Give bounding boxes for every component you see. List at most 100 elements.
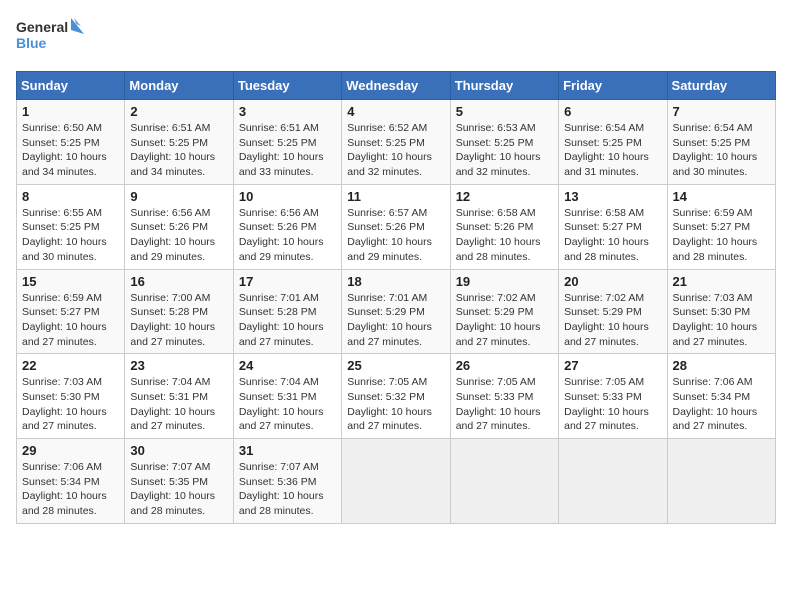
day-number: 26 [456, 358, 553, 373]
calendar-cell: 20 Sunrise: 7:02 AM Sunset: 5:29 PM Dayli… [559, 269, 667, 354]
day-info: Sunrise: 6:55 AM Sunset: 5:25 PM Dayligh… [22, 206, 119, 265]
day-number: 11 [347, 189, 444, 204]
day-number: 7 [673, 104, 770, 119]
day-info: Sunrise: 7:03 AM Sunset: 5:30 PM Dayligh… [673, 291, 770, 350]
day-info: Sunrise: 6:52 AM Sunset: 5:25 PM Dayligh… [347, 121, 444, 180]
day-info: Sunrise: 6:50 AM Sunset: 5:25 PM Dayligh… [22, 121, 119, 180]
day-number: 15 [22, 274, 119, 289]
logo-svg: General Blue [16, 16, 86, 61]
calendar-cell: 10Sunrise: 6:56 AM Sunset: 5:26 PM Dayli… [233, 184, 341, 269]
day-number: 14 [673, 189, 770, 204]
calendar-cell: 26 Sunrise: 7:05 AM Sunset: 5:33 PM Dayli… [450, 354, 558, 439]
day-info: Sunrise: 6:56 AM Sunset: 5:26 PM Dayligh… [130, 206, 227, 265]
day-info: Sunrise: 7:02 AM Sunset: 5:29 PM Dayligh… [564, 291, 661, 350]
calendar-cell [559, 439, 667, 524]
calendar-cell: 3Sunrise: 6:51 AM Sunset: 5:25 PM Daylig… [233, 100, 341, 185]
day-info: Sunrise: 6:58 AM Sunset: 5:27 PM Dayligh… [564, 206, 661, 265]
day-info: Sunrise: 6:58 AM Sunset: 5:26 PM Dayligh… [456, 206, 553, 265]
day-number: 10 [239, 189, 336, 204]
day-number: 31 [239, 443, 336, 458]
calendar-cell: 18 Sunrise: 7:01 AM Sunset: 5:29 PM Dayli… [342, 269, 450, 354]
day-number: 23 [130, 358, 227, 373]
calendar-cell: 7 Sunrise: 6:54 AM Sunset: 5:25 PM Daylig… [667, 100, 775, 185]
day-number: 28 [673, 358, 770, 373]
page-header: General Blue [16, 16, 776, 61]
calendar-cell: 15Sunrise: 6:59 AM Sunset: 5:27 PM Dayli… [17, 269, 125, 354]
day-number: 13 [564, 189, 661, 204]
day-info: Sunrise: 7:02 AM Sunset: 5:29 PM Dayligh… [456, 291, 553, 350]
day-info: Sunrise: 7:01 AM Sunset: 5:29 PM Dayligh… [347, 291, 444, 350]
calendar-cell: 22Sunrise: 7:03 AM Sunset: 5:30 PM Dayli… [17, 354, 125, 439]
day-number: 29 [22, 443, 119, 458]
calendar-cell [450, 439, 558, 524]
weekday-header-wednesday: Wednesday [342, 72, 450, 100]
svg-text:Blue: Blue [16, 35, 47, 51]
calendar-cell: 2Sunrise: 6:51 AM Sunset: 5:25 PM Daylig… [125, 100, 233, 185]
calendar-cell: 9 Sunrise: 6:56 AM Sunset: 5:26 PM Daylig… [125, 184, 233, 269]
calendar-cell: 31 Sunrise: 7:07 AM Sunset: 5:36 PM Dayli… [233, 439, 341, 524]
calendar-cell: 16Sunrise: 7:00 AM Sunset: 5:28 PM Dayli… [125, 269, 233, 354]
day-info: Sunrise: 7:04 AM Sunset: 5:31 PM Dayligh… [130, 375, 227, 434]
day-info: Sunrise: 6:54 AM Sunset: 5:25 PM Dayligh… [673, 121, 770, 180]
day-info: Sunrise: 7:05 AM Sunset: 5:32 PM Dayligh… [347, 375, 444, 434]
day-number: 20 [564, 274, 661, 289]
calendar-cell: 17 Sunrise: 7:01 AM Sunset: 5:28 PM Dayli… [233, 269, 341, 354]
day-info: Sunrise: 7:07 AM Sunset: 5:35 PM Dayligh… [130, 460, 227, 519]
calendar-cell: 19 Sunrise: 7:02 AM Sunset: 5:29 PM Dayli… [450, 269, 558, 354]
day-number: 21 [673, 274, 770, 289]
calendar-week-row: 15Sunrise: 6:59 AM Sunset: 5:27 PM Dayli… [17, 269, 776, 354]
day-info: Sunrise: 6:59 AM Sunset: 5:27 PM Dayligh… [673, 206, 770, 265]
calendar-cell: 23 Sunrise: 7:04 AM Sunset: 5:31 PM Dayli… [125, 354, 233, 439]
calendar-cell: 29 Sunrise: 7:06 AM Sunset: 5:34 PM Dayli… [17, 439, 125, 524]
calendar-cell: 11 Sunrise: 6:57 AM Sunset: 5:26 PM Dayli… [342, 184, 450, 269]
calendar-cell: 30 Sunrise: 7:07 AM Sunset: 5:35 PM Dayli… [125, 439, 233, 524]
day-info: Sunrise: 7:06 AM Sunset: 5:34 PM Dayligh… [22, 460, 119, 519]
calendar-cell: 5 Sunrise: 6:53 AM Sunset: 5:25 PM Daylig… [450, 100, 558, 185]
day-info: Sunrise: 6:57 AM Sunset: 5:26 PM Dayligh… [347, 206, 444, 265]
day-info: Sunrise: 7:05 AM Sunset: 5:33 PM Dayligh… [564, 375, 661, 434]
day-info: Sunrise: 6:53 AM Sunset: 5:25 PM Dayligh… [456, 121, 553, 180]
day-number: 16 [130, 274, 227, 289]
day-info: Sunrise: 7:05 AM Sunset: 5:33 PM Dayligh… [456, 375, 553, 434]
day-info: Sunrise: 7:01 AM Sunset: 5:28 PM Dayligh… [239, 291, 336, 350]
calendar-cell [667, 439, 775, 524]
logo: General Blue [16, 16, 86, 61]
day-info: Sunrise: 6:54 AM Sunset: 5:25 PM Dayligh… [564, 121, 661, 180]
calendar-cell: 24Sunrise: 7:04 AM Sunset: 5:31 PM Dayli… [233, 354, 341, 439]
day-number: 18 [347, 274, 444, 289]
day-number: 27 [564, 358, 661, 373]
calendar-cell: 1 Sunrise: 6:50 AM Sunset: 5:25 PM Daylig… [17, 100, 125, 185]
day-number: 4 [347, 104, 444, 119]
day-number: 25 [347, 358, 444, 373]
weekday-header-saturday: Saturday [667, 72, 775, 100]
weekday-header-sunday: Sunday [17, 72, 125, 100]
calendar-cell: 13 Sunrise: 6:58 AM Sunset: 5:27 PM Dayli… [559, 184, 667, 269]
day-number: 3 [239, 104, 336, 119]
calendar-cell: 27 Sunrise: 7:05 AM Sunset: 5:33 PM Dayli… [559, 354, 667, 439]
day-info: Sunrise: 7:06 AM Sunset: 5:34 PM Dayligh… [673, 375, 770, 434]
day-number: 9 [130, 189, 227, 204]
day-number: 6 [564, 104, 661, 119]
day-number: 19 [456, 274, 553, 289]
weekday-header-thursday: Thursday [450, 72, 558, 100]
weekday-header-tuesday: Tuesday [233, 72, 341, 100]
day-number: 1 [22, 104, 119, 119]
calendar-week-row: 29 Sunrise: 7:06 AM Sunset: 5:34 PM Dayli… [17, 439, 776, 524]
day-info: Sunrise: 7:07 AM Sunset: 5:36 PM Dayligh… [239, 460, 336, 519]
weekday-header-friday: Friday [559, 72, 667, 100]
day-info: Sunrise: 7:03 AM Sunset: 5:30 PM Dayligh… [22, 375, 119, 434]
day-number: 12 [456, 189, 553, 204]
svg-text:General: General [16, 19, 68, 35]
calendar-week-row: 1 Sunrise: 6:50 AM Sunset: 5:25 PM Daylig… [17, 100, 776, 185]
day-number: 30 [130, 443, 227, 458]
day-number: 17 [239, 274, 336, 289]
calendar-week-row: 8Sunrise: 6:55 AM Sunset: 5:25 PM Daylig… [17, 184, 776, 269]
day-number: 5 [456, 104, 553, 119]
calendar-cell: 6 Sunrise: 6:54 AM Sunset: 5:25 PM Daylig… [559, 100, 667, 185]
day-info: Sunrise: 6:51 AM Sunset: 5:25 PM Dayligh… [130, 121, 227, 180]
day-number: 24 [239, 358, 336, 373]
calendar-cell: 4 Sunrise: 6:52 AM Sunset: 5:25 PM Daylig… [342, 100, 450, 185]
calendar-cell: 8Sunrise: 6:55 AM Sunset: 5:25 PM Daylig… [17, 184, 125, 269]
calendar-table: SundayMondayTuesdayWednesdayThursdayFrid… [16, 71, 776, 524]
weekday-header-row: SundayMondayTuesdayWednesdayThursdayFrid… [17, 72, 776, 100]
